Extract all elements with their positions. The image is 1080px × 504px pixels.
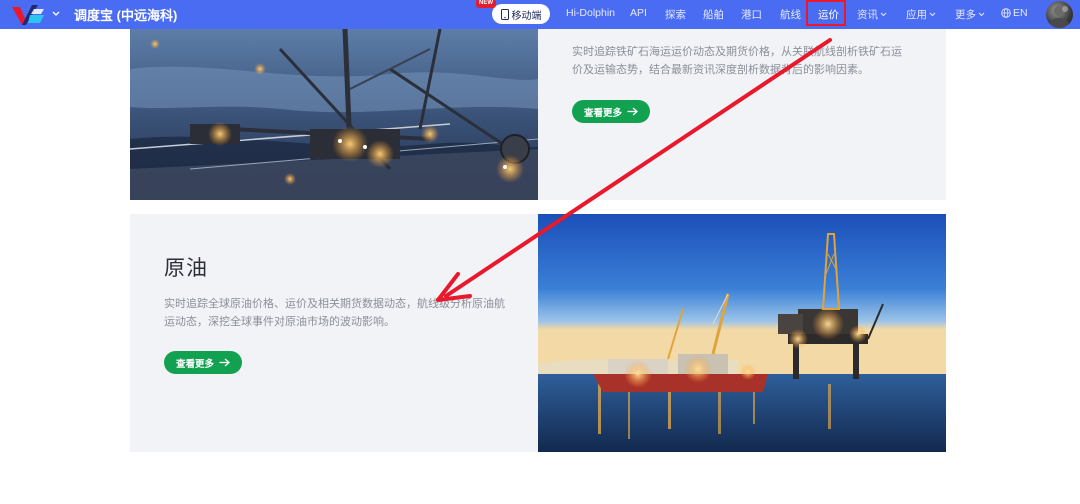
globe-icon (1001, 8, 1011, 18)
nav-item-label: 资讯 (857, 9, 878, 21)
nav-item-hi-dolphin[interactable]: Hi-Dolphin (566, 7, 615, 19)
nav-item-label: 航线 (780, 9, 801, 21)
nav-item-explore[interactable]: 探索 (665, 7, 686, 22)
avatar[interactable] (1046, 1, 1073, 28)
iron-ore-view-more-button[interactable]: 查看更多 (572, 100, 651, 123)
nav-item-api[interactable]: API (630, 7, 647, 19)
chevron-down-icon (978, 12, 985, 17)
nav-item-label: 探索 (665, 9, 686, 21)
nav-item-routes[interactable]: 航线 (780, 7, 801, 22)
nav-item-label: 船舶 (703, 9, 724, 21)
iron-ore-description: 实时追踪铁矿石海运运价动态及期货价格，从关联航线剖析铁矿石运价及运输态势，结合最… (572, 46, 902, 76)
arrow-right-icon (219, 358, 231, 367)
nav-item-news[interactable]: 资讯 (857, 7, 887, 22)
chevron-down-icon (929, 12, 936, 17)
language-switch[interactable]: EN (1001, 7, 1028, 19)
nav-item-label: Hi-Dolphin (566, 7, 616, 19)
freight-highlight-box (806, 0, 846, 26)
top-navbar: 调度宝 (中远海科) 移动端 NEW Hi-Dolphin API 探索 船舶 … (0, 0, 1080, 29)
mobile-app-button[interactable]: 移动端 (492, 4, 550, 24)
logo-icon[interactable] (10, 3, 46, 27)
nav-item-label: 更多 (955, 9, 976, 21)
phone-icon (500, 8, 509, 20)
nav-item-ships[interactable]: 船舶 (703, 7, 724, 22)
language-label: EN (1013, 7, 1028, 19)
iron-ore-card: 实时追踪铁矿石海运运价动态及期货价格，从关联航线剖析铁矿石运价及运输态势，结合最… (130, 29, 946, 200)
chevron-down-icon[interactable] (51, 7, 61, 21)
user-photo-icon (1049, 6, 1069, 28)
crude-oil-view-more-button[interactable]: 查看更多 (164, 351, 243, 374)
chevron-down-icon (880, 12, 887, 17)
nav-item-label: 应用 (906, 9, 927, 21)
nav-item-label: API (630, 7, 647, 19)
mobile-button-label: 移动端 (511, 10, 542, 22)
arrow-right-icon (627, 107, 639, 116)
nav-item-ports[interactable]: 港口 (741, 7, 762, 22)
nav-item-more[interactable]: 更多 (955, 7, 985, 22)
view-more-label: 查看更多 (584, 107, 623, 119)
mining-excavator-image (130, 29, 538, 200)
crude-oil-description: 实时追踪全球原油价格、运价及相关期货数据动态，航线级分析原油航运动态，深挖全球事… (164, 298, 505, 328)
view-more-label: 查看更多 (176, 358, 215, 370)
nav-item-label: 港口 (741, 9, 762, 21)
crude-oil-card: 原油 实时追踪全球原油价格、运价及相关期货数据动态，航线级分析原油航运动态，深挖… (130, 214, 946, 452)
offshore-oil-rig-image (538, 214, 946, 452)
nav-item-apps[interactable]: 应用 (906, 7, 936, 22)
new-badge: NEW (476, 0, 496, 8)
crude-oil-title: 原油 (164, 257, 208, 280)
brand-name[interactable]: 调度宝 (中远海科) (74, 5, 177, 24)
